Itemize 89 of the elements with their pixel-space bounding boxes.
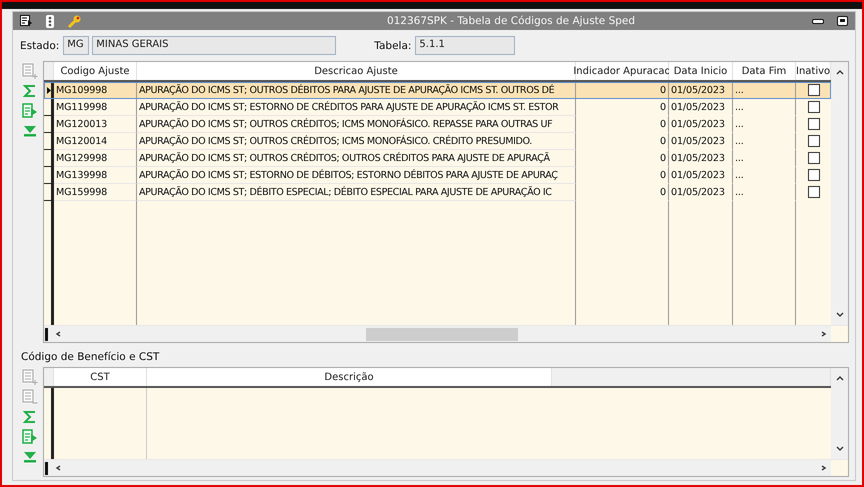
table-row[interactable]: MG159998 APURAÇÃO DO ICMS ST; DÉBITO ESPECIAL; DÉBITO ESPECIAL PARA AJUSTE DE APURAÇÃO IC 0 01/05/2023 ... (44, 184, 832, 201)
table-cell: 0 (576, 150, 669, 167)
row-indicator[interactable] (44, 116, 54, 133)
table-cell: MG159998 (54, 184, 137, 201)
horizontal-scrollbar[interactable] (44, 325, 848, 342)
table-row[interactable]: MG120014 APURAÇÃO DO ICMS ST; OUTROS CRÉDITOS; ICMS MONOFÁSICO. CRÉDITO PRESUMIDO. 0 01/05/2023 ... (44, 133, 832, 150)
table-cell: 0 (576, 116, 669, 133)
table-cell: APURAÇÃO DO ICMS ST; OUTROS CRÉDITOS; OUTROS CRÉDITOS PARA AJUSTE DE APURAÇÃ (137, 150, 576, 167)
row-indicator[interactable] (44, 99, 54, 116)
table-cell: MG129998 (54, 150, 137, 167)
table-cell: APURAÇÃO DO ICMS ST; OUTROS CRÉDITOS; ICMS MONOFÁSICO. REPASSE PARA OUTRAS UF (137, 116, 576, 133)
table-cell: 0 (576, 184, 669, 201)
inativo-checkbox[interactable] (808, 152, 820, 164)
tabela-field[interactable]: 5.1.1 (415, 36, 516, 55)
maximize-button[interactable] (835, 15, 849, 27)
row-indicator[interactable] (44, 150, 54, 167)
row-indicator[interactable] (44, 184, 54, 201)
estado-name-field[interactable]: MINAS GERAIS (92, 36, 336, 55)
table-cell: APURAÇÃO DO ICMS ST; DÉBITO ESPECIAL; DÉBITO ESPECIAL PARA AJUSTE DE APURAÇÃO IC (137, 184, 576, 201)
scroll-left-icon[interactable] (55, 465, 63, 471)
table-cell: 01/05/2023 (669, 150, 733, 167)
table-cell: ... (733, 133, 796, 150)
estado-code-field[interactable]: MG (63, 36, 90, 55)
table-cell: MG109998 (54, 82, 137, 99)
table-row[interactable]: MG119998 APURAÇÃO DO ICMS ST; ESTORNO DE CRÉDITOS PARA AJUSTE DE APURAÇÃO ICMS ST. ESTOR 0 01/05/2023 ... (44, 99, 832, 116)
export-icon[interactable] (21, 103, 39, 119)
header-corner (44, 368, 54, 386)
table-cell: ... (733, 184, 796, 201)
table-cell: 01/05/2023 (669, 82, 733, 99)
inativo-checkbox[interactable] (808, 186, 820, 198)
row-indicator[interactable] (44, 82, 54, 99)
row-marker (45, 328, 48, 340)
scroll-right-icon[interactable] (820, 331, 828, 337)
table-cell: 01/05/2023 (669, 133, 733, 150)
table-row[interactable]: MG139998 APURAÇÃO DO ICMS ST; ESTORNO DE DÉBITOS; ESTORNO DÉBITOS PARA AJUSTE DE APURAÇ 0 01/05/2023 ... (44, 167, 832, 184)
scroll-down-icon[interactable] (836, 446, 844, 452)
inativo-checkbox[interactable] (808, 169, 820, 181)
estado-label: Estado: (20, 40, 60, 52)
table-cell: APURAÇÃO DO ICMS ST; ESTORNO DE DÉBITOS; ESTORNO DÉBITOS PARA AJUSTE DE APURAÇ (137, 167, 576, 184)
column-header[interactable]: Data Inicio (669, 62, 733, 80)
window-title: 012367SPK - Tabela de Códigos de Ajuste Sped (386, 15, 636, 27)
table-cell: 01/05/2023 (669, 99, 733, 116)
scroll-up-icon[interactable] (836, 69, 844, 75)
scrollbar-thumb[interactable] (366, 328, 518, 340)
header-corner (44, 62, 54, 80)
row-indicator[interactable] (44, 133, 54, 150)
tabela-label: Tabela: (374, 40, 412, 52)
table-cell: APURAÇÃO DO ICMS ST; ESTORNO DE CRÉDITOS PARA AJUSTE DE APURAÇÃO ICMS ST. ESTOR (137, 99, 576, 116)
table-cell: MG120013 (54, 116, 137, 133)
table-cell: ... (733, 82, 796, 99)
list-icon[interactable] (43, 15, 57, 27)
row-marker (45, 462, 48, 474)
horizontal-scrollbar[interactable] (44, 459, 848, 476)
table-row[interactable]: MG109998 APURAÇÃO DO ICMS ST; OUTROS DÉBITOS PARA AJUSTE DE APURAÇÃO ICMS ST. OUTROS DÉ 0 01/05/2023 ... (44, 82, 832, 99)
table-cell: 01/05/2023 (669, 116, 733, 133)
inativo-checkbox[interactable] (808, 84, 820, 96)
row-indicator[interactable] (44, 167, 54, 184)
inativo-checkbox[interactable] (808, 135, 820, 147)
scroll-right-icon[interactable] (820, 465, 828, 471)
table-row[interactable]: MG120013 APURAÇÃO DO ICMS ST; OUTROS CRÉDITOS; ICMS MONOFÁSICO. REPASSE PARA OUTRAS UF 0 01/05/2023 ... (44, 116, 832, 133)
table-cell: ... (733, 150, 796, 167)
table-cell: 0 (576, 167, 669, 184)
table-cell: 01/05/2023 (669, 167, 733, 184)
table-cell: APURAÇÃO DO ICMS ST; OUTROS CRÉDITOS; ICMS MONOFÁSICO. CRÉDITO PRESUMIDO. (137, 133, 576, 150)
table-cell: 0 (576, 99, 669, 116)
inativo-checkbox[interactable] (808, 101, 820, 113)
vertical-scrollbar[interactable] (831, 368, 848, 459)
scroll-down-icon[interactable] (836, 312, 844, 318)
table-cell: MG139998 (54, 167, 137, 184)
table-cell: MG120014 (54, 133, 137, 150)
column-header[interactable]: Indicador Apuracao (576, 62, 669, 80)
table-cell: ... (733, 99, 796, 116)
section-title: Código de Benefício e CST (20, 350, 160, 365)
row-pointer-icon (47, 86, 51, 94)
table-cell: ... (733, 167, 796, 184)
column-header[interactable]: Inativo (796, 62, 832, 80)
scroll-left-icon[interactable] (55, 331, 63, 337)
form-icon[interactable] (19, 15, 33, 27)
vertical-scrollbar[interactable] (831, 62, 848, 325)
export-icon[interactable] (21, 429, 39, 445)
scroll-up-icon[interactable] (836, 375, 844, 381)
table-cell: MG119998 (54, 99, 137, 116)
table-cell: ... (733, 116, 796, 133)
table-cell: 0 (576, 82, 669, 99)
table-cell: APURAÇÃO DO ICMS ST; OUTROS DÉBITOS PARA AJUSTE DE APURAÇÃO ICMS ST. OUTROS DÉ (137, 82, 576, 99)
table-cell: 01/05/2023 (669, 184, 733, 201)
table-cell: 0 (576, 133, 669, 150)
table-row[interactable]: MG129998 APURAÇÃO DO ICMS ST; OUTROS CRÉDITOS; OUTROS CRÉDITOS PARA AJUSTE DE APURAÇÃ 0 01/05/2023 ... (44, 150, 832, 167)
inativo-checkbox[interactable] (808, 118, 820, 130)
